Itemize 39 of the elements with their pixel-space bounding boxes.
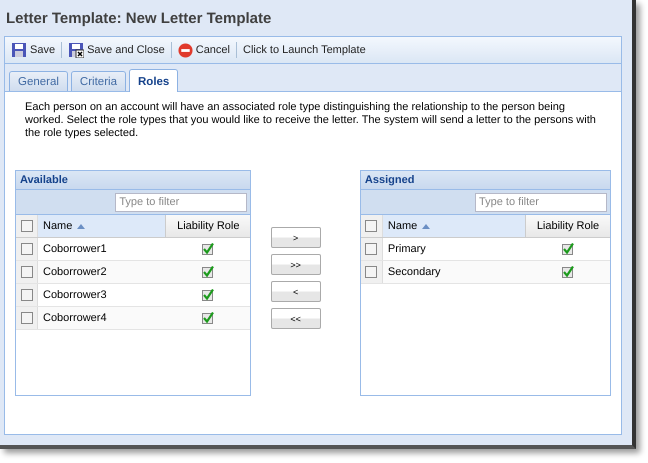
row-checkbox[interactable] [20,289,32,301]
table-cell: Coborrower2 [43,266,107,278]
tab[interactable]: General [9,71,68,91]
toolbar-button[interactable]: Save [9,40,58,60]
column-header[interactable]: Liability Role [166,220,250,232]
sort-ascending-icon [77,224,86,228]
table-cell: Coborrower1 [43,243,107,255]
row-checkbox[interactable] [20,266,32,278]
move-button[interactable]: < [270,281,321,302]
row-checkbox[interactable] [20,243,32,255]
row-checkbox[interactable] [365,243,378,255]
table-cell: Primary [388,243,426,255]
row-checkbox[interactable] [365,266,378,278]
cancel-icon [178,42,193,58]
select-all-checkbox[interactable] [20,220,32,232]
panel-title: Available [16,171,250,190]
sort-ascending-icon [422,224,430,228]
toolbar-button[interactable]: Click to Launch Template [241,42,368,58]
floppy-disk-close-icon [68,42,84,58]
panel-title: Assigned [360,171,610,190]
column-header[interactable]: Name [38,215,166,237]
row-checkbox[interactable] [20,312,32,324]
table-cell: Coborrower4 [43,312,107,324]
toolbar-button[interactable]: Save and Close [66,40,167,60]
move-button[interactable]: << [270,308,321,329]
window-title: Letter Template: New Letter Template [5,9,272,29]
tab[interactable]: Roles [128,69,178,92]
move-button[interactable]: > [270,227,321,248]
table-cell: Coborrower3 [43,289,107,301]
description-text: Each person on an account will have an associated role type distinguishing the relationship to the person being worked. Select the role types that you would like to receive the letter. The system will send a letter to the persons with the role types selected. [25,101,597,140]
table-cell: Secondary [388,266,441,278]
filter-field[interactable]: Type to filter [475,192,607,212]
filter-field[interactable]: Type to filter [115,192,248,212]
tab[interactable]: Criteria [70,71,126,91]
toolbar-button[interactable]: Cancel [176,40,232,60]
select-all-checkbox[interactable] [365,220,378,232]
column-header[interactable]: Name [382,215,526,237]
move-button[interactable]: >> [270,254,321,275]
column-header[interactable]: Liability Role [526,220,610,232]
